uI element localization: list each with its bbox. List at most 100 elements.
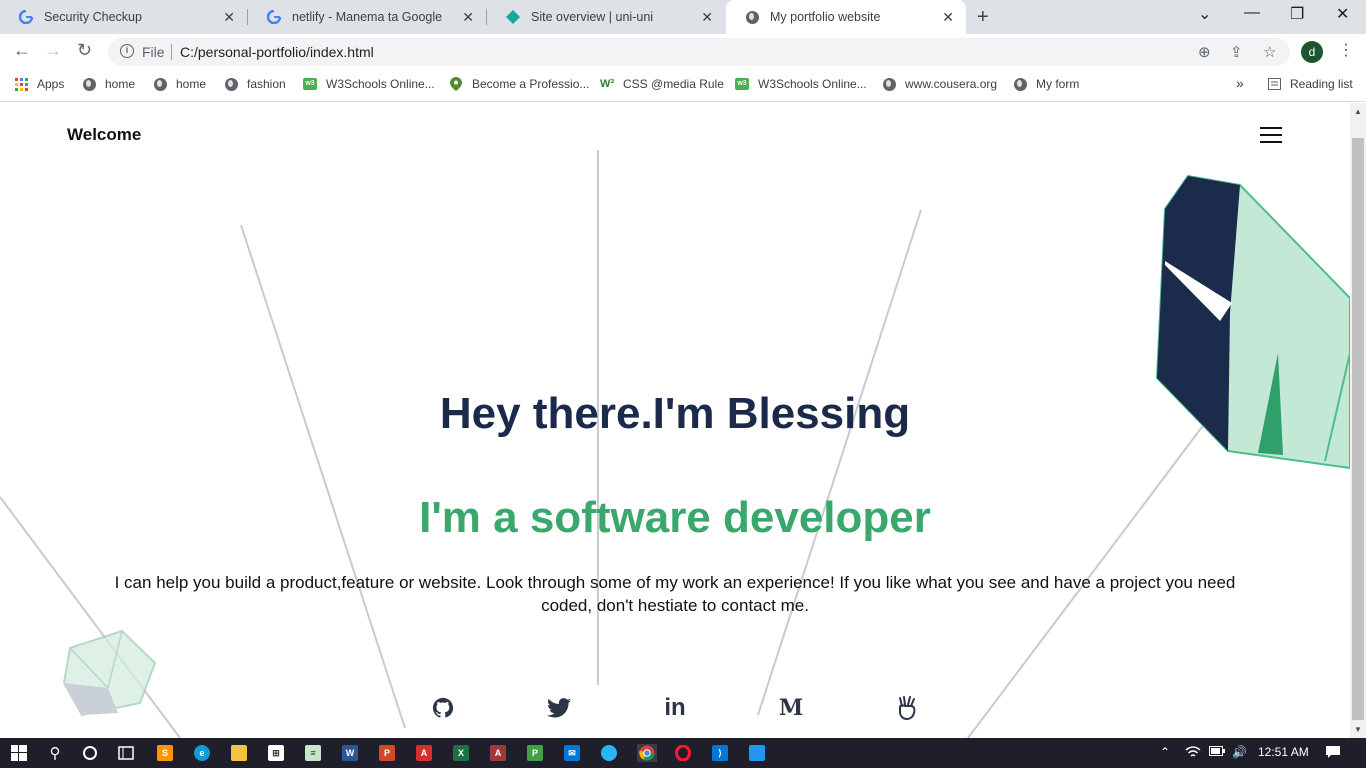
store-icon[interactable]: ⊞ [267,744,285,762]
menu-kebab-icon[interactable]: ⋮ [1338,40,1354,60]
brand-title[interactable]: Welcome [67,125,141,145]
apps-grid-icon [14,77,28,91]
tab-search-icon[interactable]: ⌄ [1198,4,1211,24]
back-button[interactable]: ← [13,40,31,61]
word-icon[interactable]: W [341,744,359,762]
forward-button[interactable]: → [44,40,62,61]
twitter-icon[interactable] [546,695,572,721]
location-pin-icon [449,77,463,91]
bookmark-become-professional[interactable]: Become a Professio... [449,77,589,91]
zoom-icon[interactable]: ⊕ [1198,43,1211,61]
bookmark-label: CSS @media Rule [623,77,724,91]
profile-avatar[interactable]: d [1301,41,1323,63]
bookmark-apps[interactable]: Apps [14,77,64,91]
excel-icon[interactable]: X [452,744,470,762]
bookmark-fashion[interactable]: fashion [224,77,286,91]
tab-my-portfolio[interactable]: My portfolio website ✕ [726,0,966,34]
scroll-down-arrow-icon[interactable]: ▼ [1354,725,1362,734]
bookmark-my-form[interactable]: My form [1013,77,1079,91]
windows-start-icon[interactable] [10,744,28,762]
info-icon[interactable]: i [120,44,134,58]
globe-icon [744,9,760,25]
clock[interactable]: 12:51 AM [1258,745,1309,759]
cortana-icon[interactable] [81,744,99,762]
bookmark-label: W3Schools Online... [758,77,867,91]
file-scheme-label: File [142,44,165,60]
google-icon [266,9,282,25]
powerpoint-icon[interactable]: P [378,744,396,762]
bookmark-label: Apps [37,77,65,91]
share-icon[interactable]: ⇪ [1230,43,1243,61]
close-icon[interactable]: ✕ [701,9,713,26]
access-icon[interactable]: A [489,744,507,762]
bookmark-label: My form [1036,77,1080,91]
scroll-thumb[interactable] [1352,138,1364,720]
reload-button[interactable]: ↻ [77,40,92,61]
window-close-button[interactable]: ✕ [1336,4,1349,24]
acrobat-icon[interactable]: A [415,744,433,762]
mail-icon[interactable]: ✉ [563,744,581,762]
file-explorer-icon[interactable] [230,744,248,762]
close-icon[interactable]: ✕ [223,9,235,26]
search-icon[interactable]: ⚲ [46,744,64,762]
bookmark-label: home [176,77,207,91]
close-icon[interactable]: ✕ [462,9,474,26]
bookmark-home-2[interactable]: home [153,77,206,91]
sublime-text-icon[interactable]: S [156,744,174,762]
linkedin-icon[interactable]: in [662,694,688,721]
bookmark-w3schools-2[interactable]: w3 W3Schools Online... [735,77,867,91]
url-text[interactable]: C:/personal-portfolio/index.html [180,44,374,60]
volume-icon[interactable]: 🔊 [1232,745,1247,759]
tab-title: netlify - Manema ta Google [292,10,443,24]
new-tab-button[interactable]: + [977,6,989,29]
restore-button[interactable]: ❐ [1290,4,1304,24]
photos-icon[interactable] [748,744,766,762]
reading-list-label: Reading list [1290,77,1353,91]
publisher-icon[interactable]: P [526,744,544,762]
bookmark-css-media-rule[interactable]: W³ CSS @media Rule [600,77,724,91]
bookmark-label: W3Schools Online... [326,77,435,91]
notifications-icon[interactable] [1325,745,1341,762]
bookmarks-overflow-button[interactable]: » [1236,75,1244,91]
page-scrollbar[interactable]: ▲ ▼ [1350,103,1366,738]
notepad-icon[interactable]: ≡ [304,744,322,762]
globe-icon [82,77,96,91]
hero-subtitle: I'm a software developer [419,493,931,542]
task-view-icon[interactable] [117,744,135,762]
w3schools-icon: w3 [303,77,317,91]
bookmark-label: fashion [247,77,286,91]
angellist-icon[interactable] [894,695,920,721]
tab-netlify-google[interactable]: netlify - Manema ta Google ✕ [248,0,486,34]
browser-globe-icon[interactable] [600,744,618,762]
bookmark-w3schools[interactable]: w3 W3Schools Online... [303,77,435,91]
close-icon[interactable]: ✕ [942,9,954,26]
tab-title: My portfolio website [770,10,881,24]
tab-title: Site overview | uni-uni [531,10,654,24]
hamburger-menu-icon[interactable] [1260,127,1282,143]
tab-site-overview[interactable]: Site overview | uni-uni ✕ [487,0,725,34]
address-bar[interactable]: i File C:/personal-portfolio/index.html … [108,38,1290,66]
scroll-up-arrow-icon[interactable]: ▲ [1354,107,1362,116]
wifi-icon[interactable] [1185,745,1201,762]
minimize-button[interactable]: — [1244,4,1260,22]
chrome-icon[interactable] [637,744,657,762]
github-icon[interactable] [430,695,456,721]
reading-list-button[interactable]: Reading list [1267,77,1353,91]
bookmark-home[interactable]: home [82,77,135,91]
globe-icon [153,77,167,91]
tray-overflow-icon[interactable]: ⌃ [1160,745,1170,759]
opera-icon[interactable] [674,744,692,762]
vscode-icon[interactable]: ⟩ [711,744,729,762]
bookmark-star-icon[interactable]: ☆ [1263,43,1276,61]
bookmarks-bar: Apps home home fashion w3 W3Schools Onli… [0,70,1366,102]
battery-icon[interactable] [1209,745,1225,759]
globe-icon [1013,77,1027,91]
medium-icon[interactable]: M [778,695,804,721]
bookmark-label: www.cousera.org [905,77,998,91]
edge-icon[interactable]: e [193,744,211,762]
bookmark-label: home [105,77,136,91]
bookmark-cousera[interactable]: www.cousera.org [882,77,997,91]
hero-title: Hey there.I'm Blessing [439,389,911,438]
google-icon [18,9,34,25]
tab-security-checkup[interactable]: Security Checkup ✕ [0,0,247,34]
